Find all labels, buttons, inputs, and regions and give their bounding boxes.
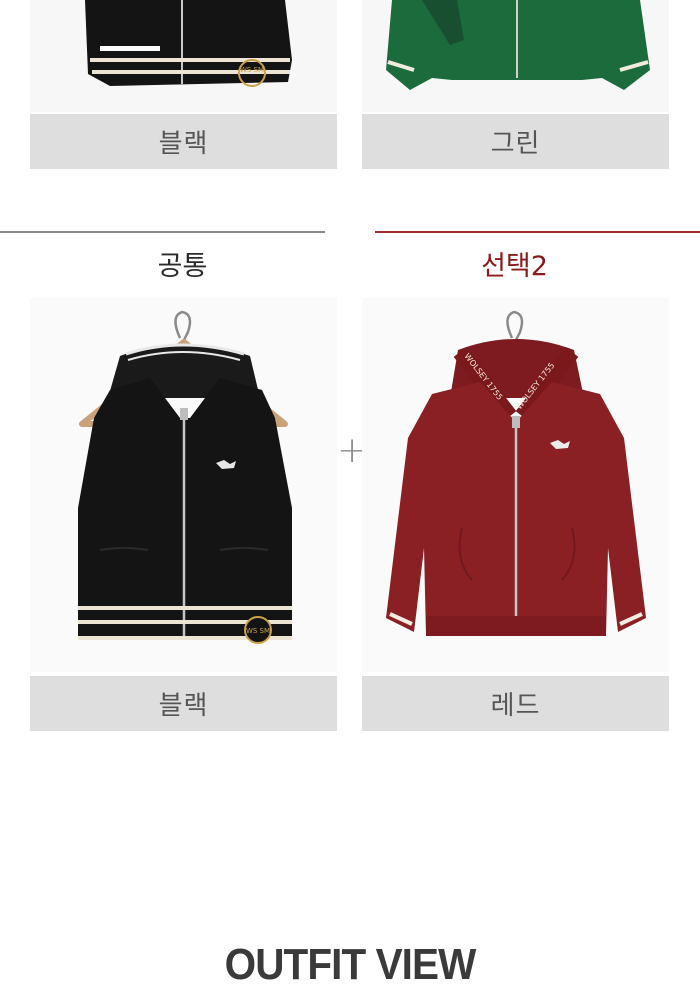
section-divider-right: [375, 231, 700, 233]
section-divider-left: [0, 231, 325, 233]
choice2-header: 선택2: [481, 251, 548, 282]
option-label-black[interactable]: 블랙: [30, 676, 337, 731]
product-color-options-page: WS SM 블랙 그린 공통 선택2 WS SM + WOLSEY 1755 W…: [0, 0, 700, 1000]
outfit-view-title: OUTFIT VIEW: [224, 940, 477, 989]
logo-emblem: WS SM: [240, 66, 264, 74]
black-vest-image: WS SM: [30, 298, 337, 672]
logo-emblem: WS SM: [246, 627, 270, 635]
option-label-text: 레드: [490, 691, 541, 721]
option-label-text: 그린: [490, 129, 541, 159]
option-label-green-top[interactable]: 그린: [362, 114, 669, 169]
green-cardigan-top-image: [362, 0, 669, 112]
red-cardigan-image: WOLSEY 1755 WOLSEY 1755: [362, 298, 669, 672]
option-label-black-top[interactable]: 블랙: [30, 114, 337, 169]
option-label-text: 블랙: [158, 691, 209, 721]
option-label-text: 블랙: [158, 129, 209, 159]
black-vest-top-image: WS SM: [30, 0, 337, 112]
option-label-red[interactable]: 레드: [362, 676, 669, 731]
common-header: 공통: [157, 251, 208, 282]
